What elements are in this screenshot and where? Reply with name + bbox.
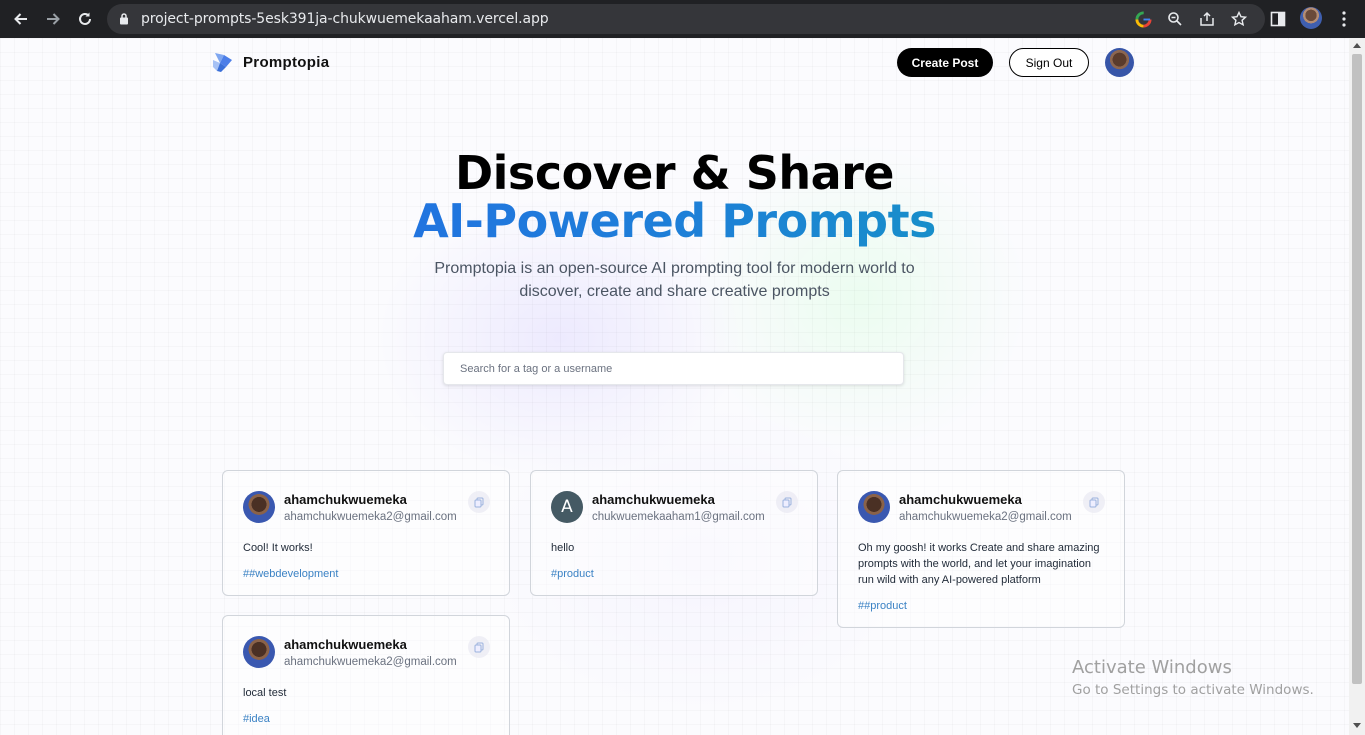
activate-windows-title: Activate Windows: [1072, 657, 1232, 678]
card-username[interactable]: ahamchukwuemeka: [284, 637, 407, 652]
scroll-up-arrow-icon[interactable]: [1353, 43, 1361, 48]
zoom-icon[interactable]: [1166, 10, 1184, 28]
card-username[interactable]: ahamchukwuemeka: [592, 492, 715, 507]
grid-background: [0, 38, 1349, 735]
page-scrollbar[interactable]: [1349, 38, 1365, 735]
copy-icon[interactable]: [1083, 491, 1105, 513]
logo-text: Promptopia: [243, 53, 330, 71]
avatar[interactable]: [243, 491, 275, 523]
card-prompt-text: local test: [243, 687, 287, 699]
card-username[interactable]: ahamchukwuemeka: [899, 492, 1022, 507]
more-menu-icon[interactable]: [1334, 9, 1354, 29]
card-email: ahamchukwuemeka2@gmail.com: [899, 511, 1072, 523]
share-icon[interactable]: [1198, 10, 1216, 28]
promptopia-logo-icon: [213, 53, 232, 72]
scroll-thumb[interactable]: [1352, 54, 1362, 684]
hero-description: Promptopia is an open-source AI promptin…: [434, 260, 915, 300]
sign-out-button[interactable]: Sign Out: [1009, 48, 1089, 77]
avatar[interactable]: [243, 636, 275, 668]
browser-profile-avatar[interactable]: [1300, 7, 1322, 29]
back-arrow-icon[interactable]: [9, 7, 33, 31]
card-tag[interactable]: ##product: [858, 600, 907, 612]
lock-icon: [119, 12, 129, 30]
card-tag[interactable]: ##webdevelopment: [243, 568, 338, 580]
copy-icon[interactable]: [468, 491, 490, 513]
create-post-button[interactable]: Create Post: [897, 48, 993, 77]
user-avatar[interactable]: [1105, 48, 1134, 77]
card-prompt-text: hello: [551, 542, 575, 554]
card-tag[interactable]: #product: [551, 568, 594, 580]
side-panel-icon[interactable]: [1268, 9, 1288, 29]
copy-icon[interactable]: [468, 636, 490, 658]
prompt-card[interactable]: ahamchukwuemeka ahamchukwuemeka2@gmail.c…: [222, 470, 510, 596]
address-bar[interactable]: project-prompts-5esk391ja-chukwuemekaaha…: [107, 4, 1265, 34]
page-viewport: Promptopia Create Post Sign Out Discover…: [0, 38, 1349, 735]
search-input[interactable]: [443, 352, 904, 385]
card-email: ahamchukwuemeka2@gmail.com: [284, 511, 457, 523]
bookmark-star-icon[interactable]: [1230, 10, 1248, 28]
copy-icon[interactable]: [776, 491, 798, 513]
logo-link[interactable]: Promptopia: [211, 50, 329, 74]
card-prompt-text: Cool! It works!: [243, 542, 313, 554]
prompt-card[interactable]: ahamchukwuemeka ahamchukwuemeka2@gmail.c…: [837, 470, 1125, 628]
forward-arrow-icon[interactable]: [41, 7, 65, 31]
hero-title-gradient: AI-Powered Prompts: [0, 194, 1349, 248]
prompt-card[interactable]: A ahamchukwuemeka chukwuemekaaham1@gmail…: [530, 470, 818, 596]
card-email: chukwuemekaaham1@gmail.com: [592, 511, 765, 523]
card-username[interactable]: ahamchukwuemeka: [284, 492, 407, 507]
hero-title: Discover & Share: [454, 146, 895, 200]
prompt-card[interactable]: ahamchukwuemeka ahamchukwuemeka2@gmail.c…: [222, 615, 510, 735]
activate-windows-subtitle: Go to Settings to activate Windows.: [1072, 682, 1314, 698]
google-icon[interactable]: [1134, 10, 1152, 28]
browser-toolbar: project-prompts-5esk391ja-chukwuemekaaha…: [0, 0, 1365, 38]
reload-icon[interactable]: [73, 7, 97, 31]
scroll-down-arrow-icon[interactable]: [1353, 723, 1361, 728]
avatar[interactable]: A: [551, 491, 583, 523]
card-prompt-text: Oh my goosh! it works Create and share a…: [858, 542, 1100, 586]
url-text: project-prompts-5esk391ja-chukwuemekaaha…: [141, 11, 549, 27]
avatar[interactable]: [858, 491, 890, 523]
card-tag[interactable]: #idea: [243, 713, 270, 725]
card-email: ahamchukwuemeka2@gmail.com: [284, 656, 457, 668]
